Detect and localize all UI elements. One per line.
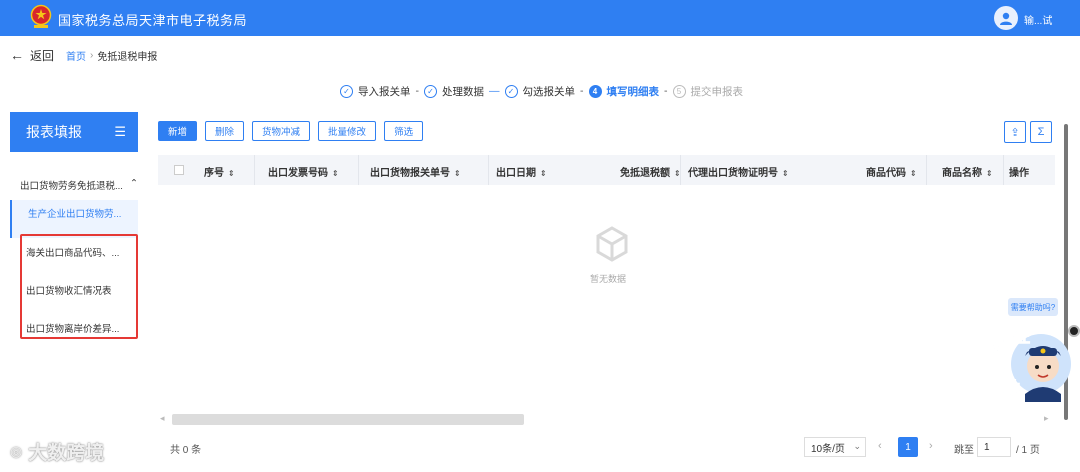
step-connector: -: [664, 85, 668, 97]
help-bubble[interactable]: 需要帮助吗?: [1008, 298, 1058, 316]
watermark: ◎ 大数跨境: [10, 438, 104, 465]
batch-edit-button[interactable]: 批量修改: [318, 121, 377, 141]
goto-label: 跳至: [954, 445, 974, 456]
chevron-up-icon: ⌃: [130, 178, 138, 189]
sort-icon: ⇕: [228, 169, 235, 178]
sidebar-item-label: 生产企业出口货物劳...: [28, 209, 122, 220]
column-divider: [358, 155, 359, 185]
step-number-icon: 5: [672, 84, 686, 98]
step-label: 提交申报表: [690, 85, 744, 98]
select-all-checkbox[interactable]: [174, 165, 184, 175]
column-header-product-name[interactable]: 商品名称 ⇕: [942, 164, 993, 179]
sum-icon[interactable]: Σ: [1030, 121, 1052, 143]
user-avatar[interactable]: [994, 6, 1018, 30]
sort-icon: ⇕: [910, 169, 917, 178]
column-header-export-date[interactable]: 出口日期 ⇕: [496, 164, 547, 179]
add-button[interactable]: 新增: [158, 121, 198, 141]
total-pages: / 1 页: [1016, 445, 1040, 456]
next-page-button[interactable]: ›: [929, 440, 933, 452]
column-header-refund-amount[interactable]: 免抵退税额 ⇕: [620, 164, 681, 179]
prev-page-button[interactable]: ‹: [878, 440, 882, 452]
top-bar: 国家税务总局天津市电子税务局 输...试: [0, 0, 1080, 36]
step-check-icon: ✓: [424, 84, 437, 98]
step-label: 导入报关单: [358, 85, 411, 98]
column-header-agent-cert-no[interactable]: 代理出口货物证明号 ⇕: [688, 164, 789, 179]
breadcrumb-row: ← 返回 首页 › 免抵退税申报: [10, 46, 157, 64]
column-divider: [488, 155, 489, 185]
back-button[interactable]: 返回: [30, 47, 54, 64]
table-header: 序号 ⇕ 出口发票号码 ⇕ 出口货物报关单号 ⇕ 出口日期 ⇕ 免抵退税额 ⇕ 代理出口货…: [158, 155, 1055, 185]
tax-emblem-logo: [30, 4, 52, 28]
filter-button[interactable]: 筛选: [384, 121, 424, 141]
empty-state-text: 暂无数据: [590, 274, 627, 284]
page-size-select[interactable]: 10条/页 ⌄: [804, 437, 866, 457]
step-fill-details[interactable]: 4 填写明细表: [588, 84, 660, 99]
svg-text:征: 征: [1013, 326, 1030, 347]
sidebar-group[interactable]: 出口货物劳务免抵退税... ⌃: [20, 178, 138, 192]
sort-icon: ⇕: [454, 169, 461, 178]
tax-service-mascot[interactable]: 征 纳 互 动: [985, 322, 1073, 402]
chevron-down-icon: ⌄: [853, 441, 861, 451]
page-size-value: 10条/页: [811, 443, 845, 455]
column-divider: [926, 155, 927, 185]
site-title: 国家税务总局天津市电子税务局: [58, 13, 248, 28]
step-number-icon: 4: [588, 84, 602, 98]
scroll-right-icon[interactable]: ▸: [1044, 413, 1049, 424]
column-divider: [680, 155, 681, 185]
sidebar-title: 报表填报: [26, 124, 82, 140]
user-name[interactable]: 输...试: [1024, 12, 1052, 27]
total-count: 共 0 条: [170, 445, 202, 456]
table-toolbar: 新增 删除 货物冲减 批量修改 筛选: [158, 121, 431, 141]
step-label: 勾选报关单: [522, 85, 576, 98]
step-check-icon: ✓: [504, 84, 518, 98]
step-import[interactable]: ✓ 导入报关单: [340, 84, 411, 99]
highlight-box: [20, 234, 138, 339]
step-connector: -: [580, 85, 584, 97]
goods-offset-button[interactable]: 货物冲减: [252, 121, 311, 141]
sidebar-group-label: 出口货物劳务免抵退税...: [20, 181, 123, 192]
column-divider: [1003, 155, 1004, 185]
svg-text:动: 动: [1003, 379, 1020, 399]
step-label: 处理数据: [442, 85, 484, 98]
sidebar-header: 报表填报 ☰: [10, 112, 138, 152]
empty-box-icon: [596, 226, 628, 262]
watermark-logo-icon: ◎: [10, 443, 23, 459]
step-select[interactable]: ✓ 勾选报关单: [504, 84, 576, 99]
watermark-text: 大数跨境: [28, 443, 105, 464]
svg-text:纳: 纳: [993, 338, 1010, 359]
export-icon[interactable]: ⇪: [1004, 121, 1026, 143]
step-connector: -: [415, 85, 420, 97]
column-header-actions: 操作: [1009, 168, 1029, 179]
column-header-customs-no[interactable]: 出口货物报关单号 ⇕: [370, 164, 461, 179]
sort-icon: ⇕: [986, 169, 993, 178]
back-arrow-icon[interactable]: ←: [10, 47, 24, 63]
step-connector: —: [489, 85, 500, 97]
breadcrumb-home[interactable]: 首页: [66, 48, 86, 63]
column-divider: [254, 155, 255, 185]
menu-icon[interactable]: ☰: [114, 124, 126, 140]
svg-text:互: 互: [991, 359, 1008, 379]
delete-button[interactable]: 删除: [205, 121, 245, 141]
sidebar-item-active[interactable]: 生产企业出口货物劳...: [10, 200, 138, 238]
step-label: 填写明细表: [606, 85, 660, 98]
scroll-left-icon[interactable]: ◂: [160, 413, 165, 424]
goto-page-input[interactable]: [977, 437, 1011, 457]
user-icon: [1000, 12, 1012, 25]
step-check-icon: ✓: [340, 84, 353, 98]
page-number-current[interactable]: 1: [898, 437, 918, 457]
column-header-product-code[interactable]: 商品代码 ⇕: [866, 164, 917, 179]
sort-icon: ⇕: [540, 169, 547, 178]
column-header-index[interactable]: 序号 ⇕: [204, 164, 235, 179]
breadcrumb-current: 免抵退税申报: [97, 51, 158, 63]
column-header-invoice-no[interactable]: 出口发票号码 ⇕: [268, 164, 339, 179]
progress-steps: ✓ 导入报关单 - ✓ 处理数据 — ✓ 勾选报关单 - 4 填写明细表 - 5…: [340, 82, 743, 100]
horizontal-scroll-thumb[interactable]: [172, 414, 524, 425]
step-submit[interactable]: 5 提交申报表: [672, 84, 744, 99]
sort-icon: ⇕: [782, 169, 789, 178]
step-process[interactable]: ✓ 处理数据: [424, 84, 484, 99]
breadcrumb-separator: ›: [90, 49, 94, 61]
sort-icon: ⇕: [332, 169, 339, 178]
